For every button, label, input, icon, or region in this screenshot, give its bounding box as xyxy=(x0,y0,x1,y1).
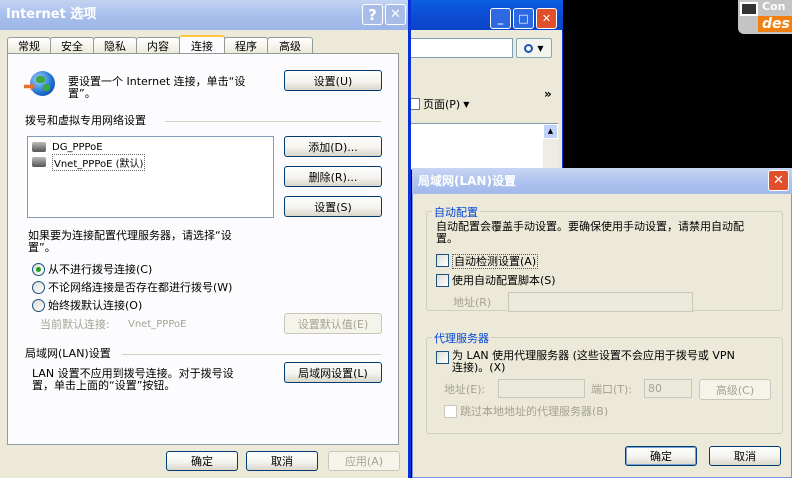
auto-detect-checkbox[interactable] xyxy=(436,254,449,267)
lan-close-button[interactable]: ✕ xyxy=(768,170,789,191)
port-value: 80 xyxy=(648,382,662,395)
connection-item-dg[interactable]: DG_PPPoE xyxy=(32,140,103,154)
intro-text-2: 置”。 xyxy=(68,87,96,100)
lan-header: 局域网(LAN)设置 xyxy=(25,347,111,360)
proxy-group-title: 代理服务器 xyxy=(432,330,491,346)
chevron-down-icon: ▼ xyxy=(537,43,544,53)
dialup-header: 拨号和虚拟专用网络设置 xyxy=(25,114,146,127)
radio-dial-when-no-network-label[interactable]: 不论网络连接是否存在都进行拨号(W) xyxy=(48,281,232,294)
tab-1[interactable]: 安全 xyxy=(50,37,94,54)
ie-maximize-button[interactable]: □ xyxy=(513,8,534,29)
lan-titlebar: 局域网(LAN)设置 ✕ xyxy=(412,168,792,194)
lan-cancel-button[interactable]: 取消 xyxy=(709,446,781,466)
bypass-local-checkbox[interactable] xyxy=(444,405,457,418)
lan-ok-button[interactable]: 确定 xyxy=(625,446,697,466)
use-proxy-label-2[interactable]: 连接)。(X) xyxy=(452,361,505,374)
auto-detect-label[interactable]: 自动检测设置(A) xyxy=(452,254,539,269)
cancel-button[interactable]: 取消 xyxy=(246,451,318,471)
proxy-address-input[interactable] xyxy=(498,379,585,398)
internet-options-dialog: Internet 选项 ? ✕ 常规 安全 隐私 内容 连接 程序 高级 要设置一个 Int… xyxy=(0,0,411,478)
logo-text-2: des xyxy=(758,16,792,32)
connection-item-vnet[interactable]: Vnet_PPPoE (默认) xyxy=(32,153,146,171)
proxy-address-label: 地址(E): xyxy=(444,383,486,396)
ok-button[interactable]: 确定 xyxy=(166,451,238,471)
auto-desc-2: 置。 xyxy=(436,232,458,245)
current-default-value: Vnet_PPPoE xyxy=(128,319,187,330)
dropdown-arrow-icon: ▼ xyxy=(463,99,470,109)
network-connection-icon xyxy=(32,142,46,152)
remove-button[interactable]: 删除(R)... xyxy=(284,166,382,187)
port-input[interactable]: 80 xyxy=(644,379,692,398)
options-titlebar: Internet 选项 ? ✕ xyxy=(0,0,408,30)
apply-button[interactable]: 应用(A) xyxy=(328,451,400,471)
lan-separator xyxy=(122,354,381,355)
auto-script-label[interactable]: 使用自动配置脚本(S) xyxy=(452,274,556,287)
tab-strip: 常规 安全 隐私 内容 连接 程序 高级 xyxy=(7,35,313,55)
globe-icon xyxy=(24,69,56,101)
radio-never-dial-label[interactable]: 从不进行拨号连接(C) xyxy=(48,263,152,276)
proxy-note-1: 如果要为连接配置代理服务器，请选择“设 xyxy=(28,229,232,242)
dialup-separator xyxy=(165,121,381,122)
lan-title: 局域网(LAN)设置 xyxy=(418,174,516,188)
scroll-up-icon[interactable]: ▲ xyxy=(543,124,558,139)
radio-always-dial-label[interactable]: 始终拨默认连接(O) xyxy=(48,299,142,312)
use-proxy-checkbox[interactable] xyxy=(436,351,449,364)
connection-name: DG_PPPoE xyxy=(52,141,103,153)
radio-dial-when-no-network[interactable] xyxy=(32,281,45,294)
lan-note-2: 置，单击上面的“设置”按钮。 xyxy=(32,379,176,392)
ie-page-menu[interactable]: 页面(P) ▼ xyxy=(410,96,469,112)
ie-toolbar-chevron[interactable]: » xyxy=(544,88,552,101)
radio-always-dial[interactable] xyxy=(32,299,45,312)
ie-minimize-button[interactable]: _ xyxy=(490,8,511,29)
tab-5[interactable]: 程序 xyxy=(224,37,268,54)
logo-text-1: Con xyxy=(762,0,786,13)
auto-desc-1: 自动配置会覆盖手动设置。要确保使用手动设置，请禁用自动配 xyxy=(436,220,744,233)
address-label: 地址(R) xyxy=(453,296,492,309)
port-label: 端口(T): xyxy=(591,383,633,396)
auto-script-address-input[interactable] xyxy=(508,292,693,312)
ie-search-button[interactable]: ▼ xyxy=(516,38,552,58)
tab-0[interactable]: 常规 xyxy=(7,37,51,54)
setup-button[interactable]: 设置(U) xyxy=(284,70,382,91)
lan-settings-button[interactable]: 局域网设置(L) xyxy=(284,362,382,383)
network-connection-icon xyxy=(32,157,46,167)
logo-icon xyxy=(740,2,758,16)
auto-script-checkbox[interactable] xyxy=(436,274,449,287)
proxy-note-2: 置”。 xyxy=(28,241,56,254)
lan-settings-dialog: 局域网(LAN)设置 ✕ 自动配置 自动配置会覆盖手动设置。要确保使用手动设置，… xyxy=(412,168,792,478)
help-button[interactable]: ? xyxy=(362,4,383,25)
auto-config-title: 自动配置 xyxy=(432,204,480,220)
current-default-label: 当前默认连接: xyxy=(40,318,110,331)
set-default-button[interactable]: 设置默认值(E) xyxy=(284,313,382,334)
tab-6[interactable]: 高级 xyxy=(267,37,313,54)
page-icon xyxy=(410,98,420,110)
connection-name: Vnet_PPPoE (默认) xyxy=(52,153,146,171)
add-button[interactable]: 添加(D)... xyxy=(284,136,382,157)
tab-4[interactable]: 连接 xyxy=(179,35,225,55)
radio-never-dial[interactable] xyxy=(32,263,45,276)
options-title: Internet 选项 xyxy=(6,7,97,22)
options-close-button[interactable]: ✕ xyxy=(385,4,406,25)
ie-close-button[interactable]: ✕ xyxy=(536,8,557,29)
settings-button[interactable]: 设置(S) xyxy=(284,196,382,217)
ie-window: _ □ ✕ ▼ 页面(P) ▼ » ▲ xyxy=(400,0,563,170)
tab-3[interactable]: 内容 xyxy=(136,37,180,54)
advanced-button[interactable]: 高级(C) xyxy=(699,379,771,400)
bypass-local-label[interactable]: 跳过本地地址的代理服务器(B) xyxy=(460,405,608,418)
tab-2[interactable]: 隐私 xyxy=(93,37,137,54)
ie-content-area xyxy=(410,123,558,170)
search-icon xyxy=(524,43,534,53)
ie-search-box[interactable] xyxy=(410,38,513,58)
desktop-logo: Con des xyxy=(738,0,792,34)
